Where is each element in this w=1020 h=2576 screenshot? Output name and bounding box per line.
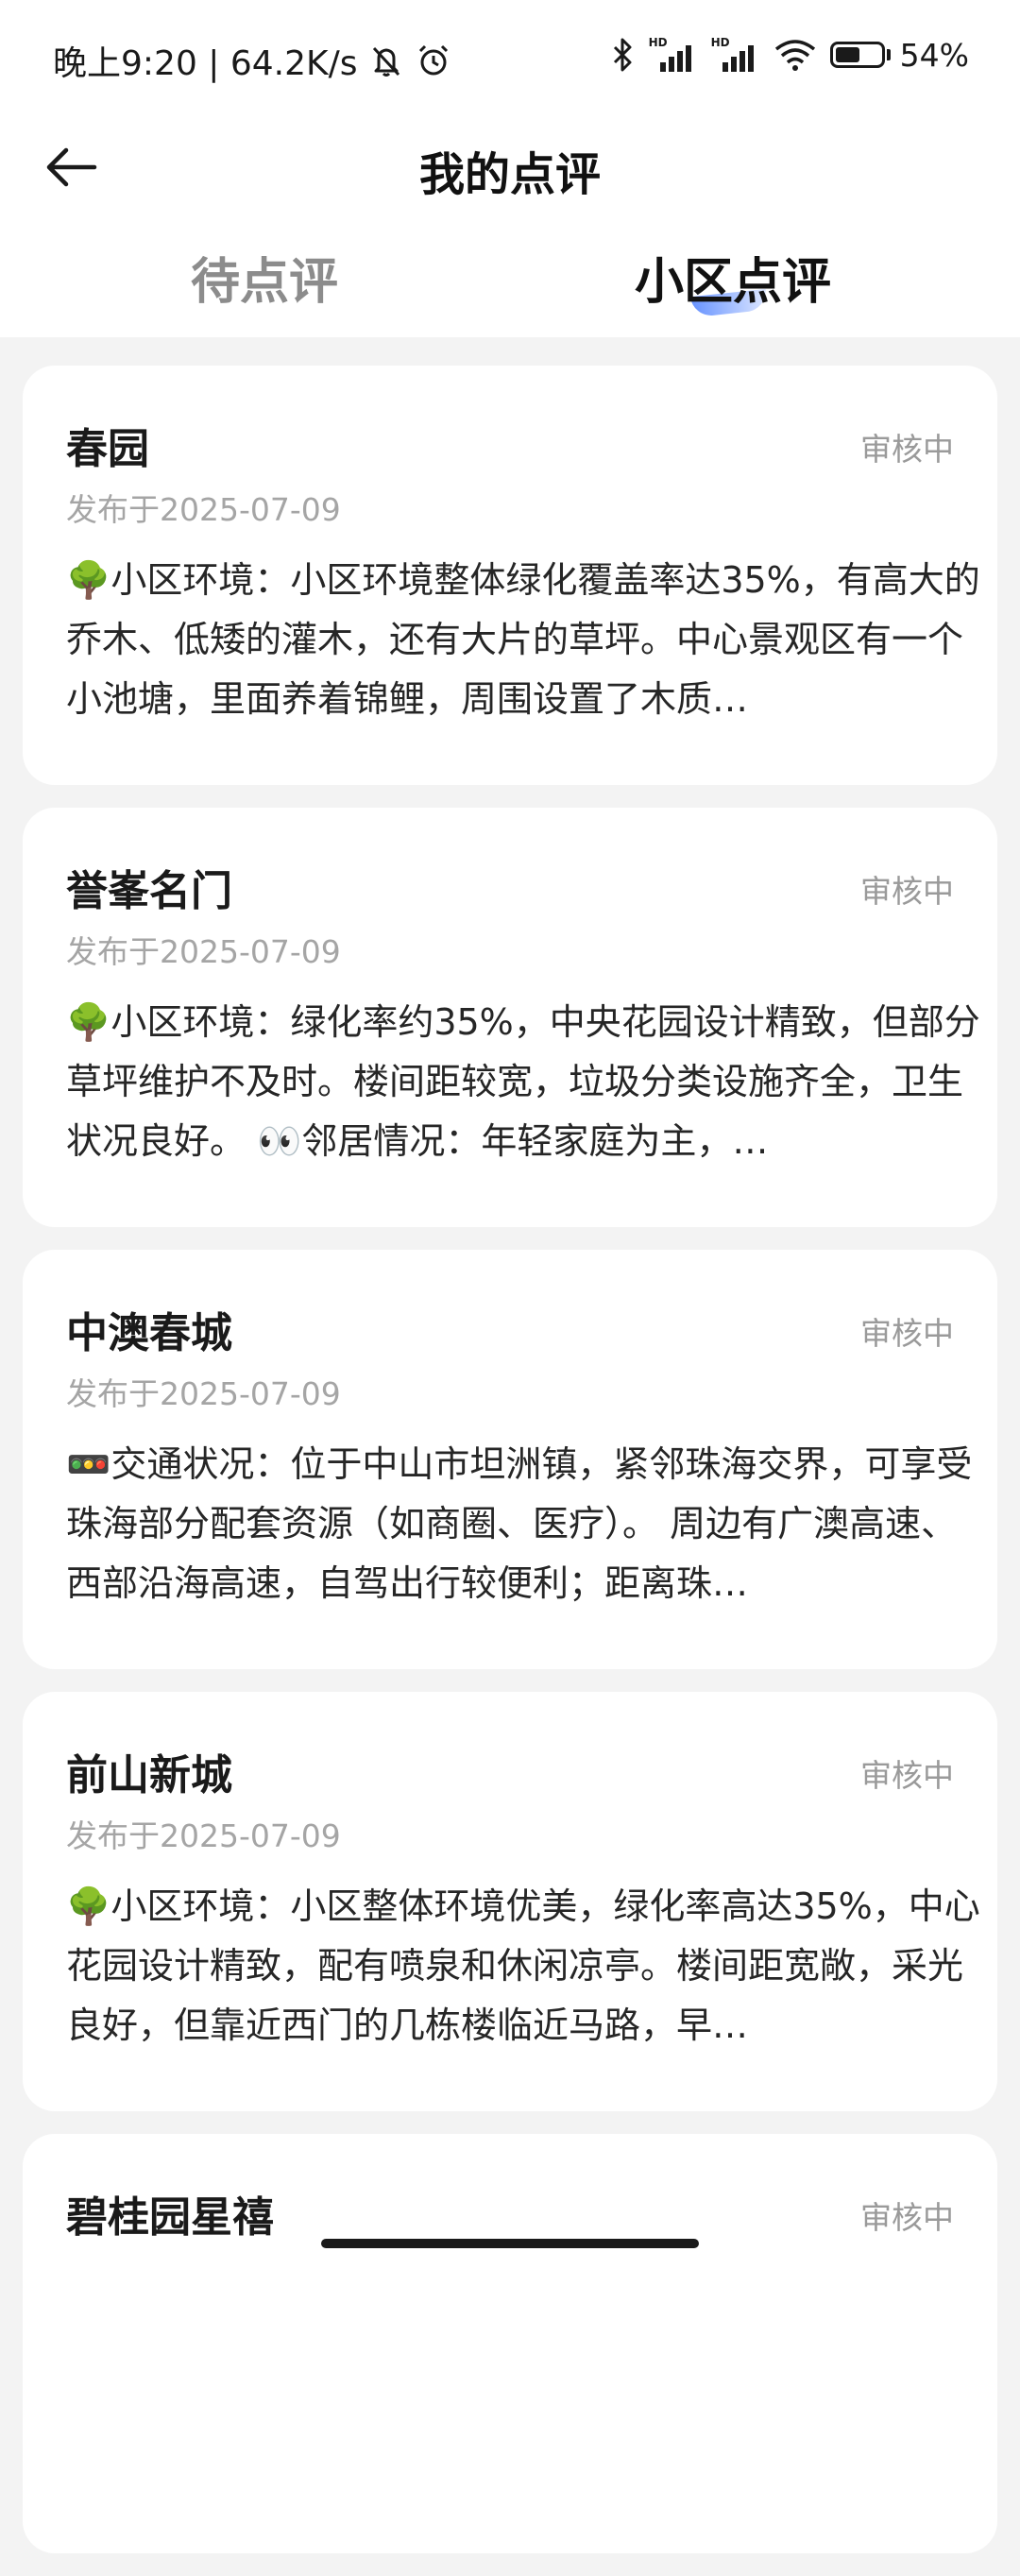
community-name: 中澳春城: [66, 1309, 232, 1357]
alarm-icon: [415, 42, 452, 79]
page-title: 我的点评: [418, 148, 601, 201]
review-text: 🌳小区环境：绿化率约35%，中央花园设计精致，但部分草坪维护不及时。楼间距较宽，…: [66, 1001, 980, 1162]
publish-date: 发布于2025-07-09: [66, 933, 341, 970]
status-badge: 审核中: [860, 873, 954, 910]
status-badge: 审核中: [860, 431, 954, 468]
review-card[interactable]: 中澳春城 审核中 发布于2025-07-09 🚥交通状况：位于中山市坦洲镇，紧邻…: [23, 1250, 997, 1669]
community-name: 前山新城: [66, 1751, 232, 1800]
review-text: 🌳小区环境：小区整体环境优美，绿化率高达35%，中心花园设计精致，配有喷泉和休闲…: [66, 1885, 980, 2046]
status-bar: 晚上9:20 | 64.2K/s HD HD 54%: [0, 0, 1020, 118]
status-right: HD HD 54%: [611, 36, 969, 74]
review-text: 🌳小区环境：小区环境整体绿化覆盖率达35%，有高大的乔木、低矮的灌木，还有大片的…: [66, 559, 980, 720]
battery-percent: 54%: [899, 36, 969, 74]
tab-community-review[interactable]: 小区点评: [635, 242, 831, 313]
mute-icon: [367, 42, 405, 79]
status-badge: 审核中: [860, 1757, 954, 1794]
tab-bar: 待点评 小区点评: [0, 227, 1020, 331]
publish-date: 发布于2025-07-09: [66, 491, 341, 528]
status-badge: 审核中: [860, 2199, 954, 2236]
wifi-icon: [774, 38, 817, 72]
hd-signal-icon: HD: [711, 36, 760, 74]
tab-pending-review[interactable]: 待点评: [191, 242, 338, 313]
publish-date: 发布于2025-07-09: [66, 1375, 341, 1412]
community-name: 春园: [66, 425, 149, 473]
review-text: 🚥交通状况：位于中山市坦洲镇，紧邻珠海交界，可享受珠海部分配套资源（如商圈、医疗…: [66, 1443, 973, 1604]
bluetooth-icon: [611, 36, 636, 74]
header: 我的点评: [0, 118, 1020, 213]
review-card[interactable]: 誉峯名门 审核中 发布于2025-07-09 🌳小区环境：绿化率约35%，中央花…: [23, 808, 997, 1227]
status-time-speed: 晚上9:20 | 64.2K/s: [53, 44, 358, 83]
status-left: 晚上9:20 | 64.2K/s: [53, 36, 452, 85]
home-indicator[interactable]: [321, 2239, 699, 2248]
community-name: 碧桂园星禧: [66, 2193, 274, 2242]
review-card[interactable]: 碧桂园星禧 审核中: [23, 2134, 997, 2553]
review-card[interactable]: 前山新城 审核中 发布于2025-07-09 🌳小区环境：小区整体环境优美，绿化…: [23, 1692, 997, 2111]
hd-signal-icon: HD: [649, 36, 698, 74]
status-badge: 审核中: [860, 1315, 954, 1352]
publish-date: 发布于2025-07-09: [66, 1817, 341, 1854]
community-name: 誉峯名门: [66, 867, 232, 915]
battery-icon: [829, 42, 891, 68]
review-card[interactable]: 春园 审核中 发布于2025-07-09 🌳小区环境：小区环境整体绿化覆盖率达3…: [23, 366, 997, 785]
